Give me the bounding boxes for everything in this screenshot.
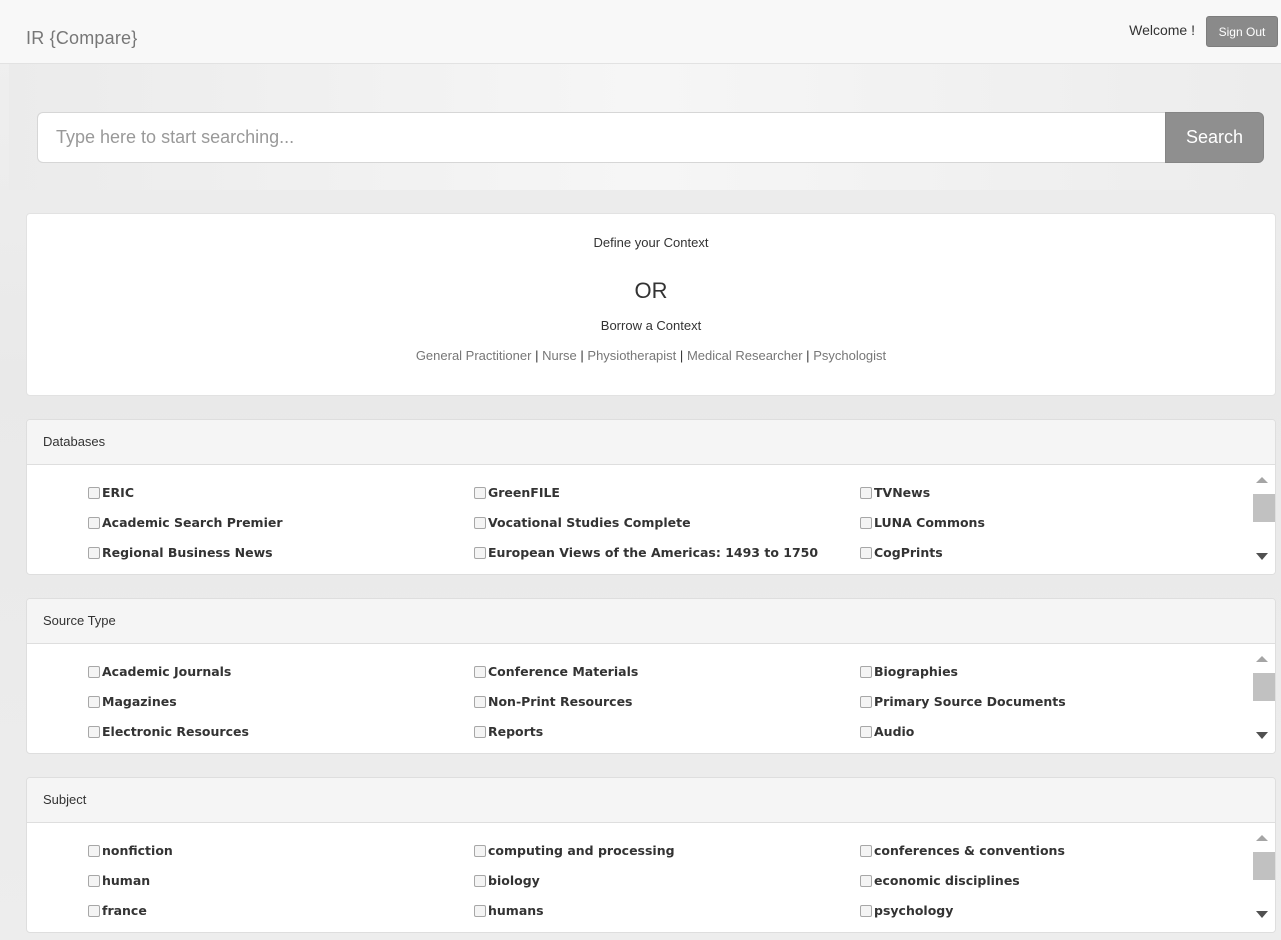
checkbox-option[interactable]: france [88,903,147,918]
checkbox-option[interactable]: Academic Journals [88,664,231,679]
brand-title[interactable]: IR {Compare} [26,28,137,49]
checkbox-option[interactable]: European Views of the Americas: 1493 to … [474,545,818,560]
checkbox-option[interactable]: psychology [860,903,953,918]
or-divider: OR [634,278,668,303]
checkbox-icon[interactable] [860,844,872,857]
scroll-thumb[interactable] [1253,852,1275,880]
checkbox-option[interactable]: TVNews [860,485,930,500]
scroll-up-arrow-icon[interactable] [1256,656,1268,662]
checkbox-option[interactable]: Reports [474,724,543,739]
panel-heading: Subject [27,778,1275,823]
scroll-down-arrow-icon[interactable] [1256,553,1268,560]
panel-body: ERIC GreenFILE TVNews Academic Search Pr… [27,465,1275,574]
checkbox-icon[interactable] [860,725,872,738]
scroll-up-arrow-icon[interactable] [1256,477,1268,483]
scroll-down-arrow-icon[interactable] [1256,911,1268,918]
role-separator: | [679,348,684,363]
context-roles: General Practitioner | Nurse | Physiothe… [27,348,1275,363]
checkbox-option[interactable]: Academic Search Premier [88,515,283,530]
search-button[interactable]: Search [1165,112,1264,163]
checkbox-option[interactable]: human [88,873,150,888]
role-general-practitioner[interactable]: General Practitioner [416,348,532,363]
checkbox-icon[interactable] [88,665,100,678]
checkbox-option[interactable]: ERIC [88,485,134,500]
checkbox-icon[interactable] [474,486,486,499]
checkbox-icon[interactable] [860,486,872,499]
checkbox-option[interactable]: Non-Print Resources [474,694,633,709]
scroll-thumb[interactable] [1253,494,1275,522]
checkbox-icon[interactable] [474,904,486,917]
checkbox-icon[interactable] [88,904,100,917]
checkbox-icon[interactable] [474,874,486,887]
checkbox-icon[interactable] [474,665,486,678]
checkbox-icon[interactable] [474,695,486,708]
context-panel: Define your Context OR Borrow a Context … [26,213,1276,396]
checkbox-icon[interactable] [860,904,872,917]
sign-out-button[interactable]: Sign Out [1206,16,1278,47]
role-nurse[interactable]: Nurse [542,348,577,363]
checkbox-icon[interactable] [474,725,486,738]
source-type-panel: Source Type Academic Journals Conference… [26,598,1276,754]
checkbox-icon[interactable] [88,486,100,499]
checkbox-icon[interactable] [474,546,486,559]
checkbox-icon[interactable] [860,695,872,708]
databases-panel: Databases ERIC GreenFILE TVNews Academic… [26,419,1276,575]
scrollbar[interactable] [1250,823,1275,932]
checkbox-option[interactable]: Regional Business News [88,545,273,560]
checkbox-icon[interactable] [860,665,872,678]
search-input[interactable] [37,112,1166,163]
checkbox-icon[interactable] [474,844,486,857]
checkbox-option[interactable]: conferences & conventions [860,843,1065,858]
checkbox-icon[interactable] [88,695,100,708]
subject-panel: Subject nonfiction computing and process… [26,777,1276,933]
checkbox-option[interactable]: Conference Materials [474,664,638,679]
checkbox-option[interactable]: humans [474,903,544,918]
navbar: IR {Compare} Welcome ! Sign Out [0,0,1281,64]
borrow-context-label: Borrow a Context [600,318,702,333]
role-psychologist[interactable]: Psychologist [813,348,886,363]
checkbox-option[interactable]: Biographies [860,664,958,679]
scroll-up-arrow-icon[interactable] [1256,835,1268,841]
checkbox-option[interactable]: computing and processing [474,843,675,858]
checkbox-option[interactable]: nonfiction [88,843,173,858]
checkbox-icon[interactable] [88,516,100,529]
panel-heading: Databases [27,420,1275,465]
checkbox-option[interactable]: Primary Source Documents [860,694,1066,709]
checkbox-option[interactable]: Audio [860,724,914,739]
checkbox-option[interactable]: Magazines [88,694,177,709]
checkbox-option[interactable]: GreenFILE [474,485,560,500]
checkbox-icon[interactable] [88,874,100,887]
welcome-text: Welcome ! [1129,22,1195,38]
checkbox-icon[interactable] [860,874,872,887]
checkbox-option[interactable]: CogPrints [860,545,943,560]
checkbox-option[interactable]: economic disciplines [860,873,1020,888]
checkbox-option[interactable]: Vocational Studies Complete [474,515,691,530]
checkbox-icon[interactable] [860,516,872,529]
checkbox-icon[interactable] [88,546,100,559]
panel-body: nonfiction computing and processing conf… [27,823,1275,932]
scrollbar[interactable] [1250,465,1275,574]
checkbox-icon[interactable] [474,516,486,529]
scrollbar[interactable] [1250,644,1275,753]
role-physiotherapist[interactable]: Physiotherapist [587,348,676,363]
checkbox-option[interactable]: biology [474,873,540,888]
checkbox-option[interactable]: LUNA Commons [860,515,985,530]
define-context-link[interactable]: Define your Context [27,235,1275,250]
checkbox-icon[interactable] [88,844,100,857]
role-medical-researcher[interactable]: Medical Researcher [687,348,803,363]
panel-heading: Source Type [27,599,1275,644]
panel-body: Academic Journals Conference Materials B… [27,644,1275,753]
scroll-down-arrow-icon[interactable] [1256,732,1268,739]
checkbox-icon[interactable] [860,546,872,559]
checkbox-icon[interactable] [88,725,100,738]
scroll-thumb[interactable] [1253,673,1275,701]
checkbox-option[interactable]: Electronic Resources [88,724,249,739]
